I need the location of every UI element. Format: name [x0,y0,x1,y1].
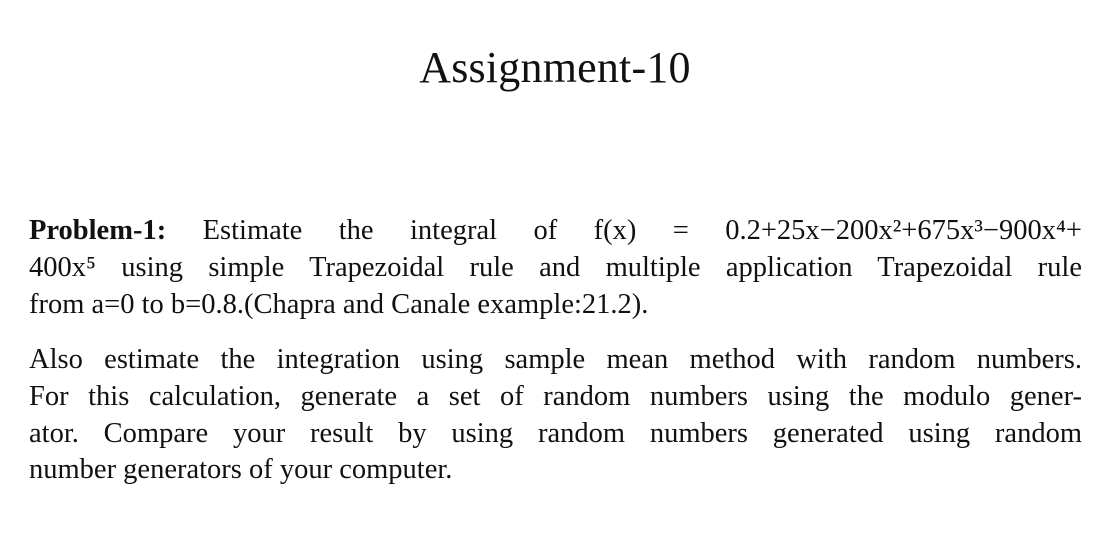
instructions-paragraph: Also estimate the integration using samp… [29,342,1082,489]
instructions-line-3: ator. Compare your result by using rando… [29,417,1082,449]
document-title: Assignment-10 [419,43,691,92]
problem-line-1-text: Estimate the integral of f(x) = 0.2+25x−… [166,215,1082,246]
problem-1-paragraph: Problem-1: Estimate the integral of f(x)… [29,213,1082,323]
problem-label: Problem-1: [29,215,167,246]
problem-1-line-2: 400x⁵ using simple Trapezoidal rule and … [29,251,1082,283]
instructions-line-4: number generators of your computer. [29,454,453,486]
problem-1-line-3: from a=0 to b=0.8.(Chapra and Canale exa… [29,288,649,320]
problem-1-line-1: Problem-1: Estimate the integral of f(x)… [29,213,1082,250]
instructions-line-1: Also estimate the integration using samp… [29,344,1082,375]
instructions-line-2: For this calculation, generate a set of … [29,380,1082,412]
